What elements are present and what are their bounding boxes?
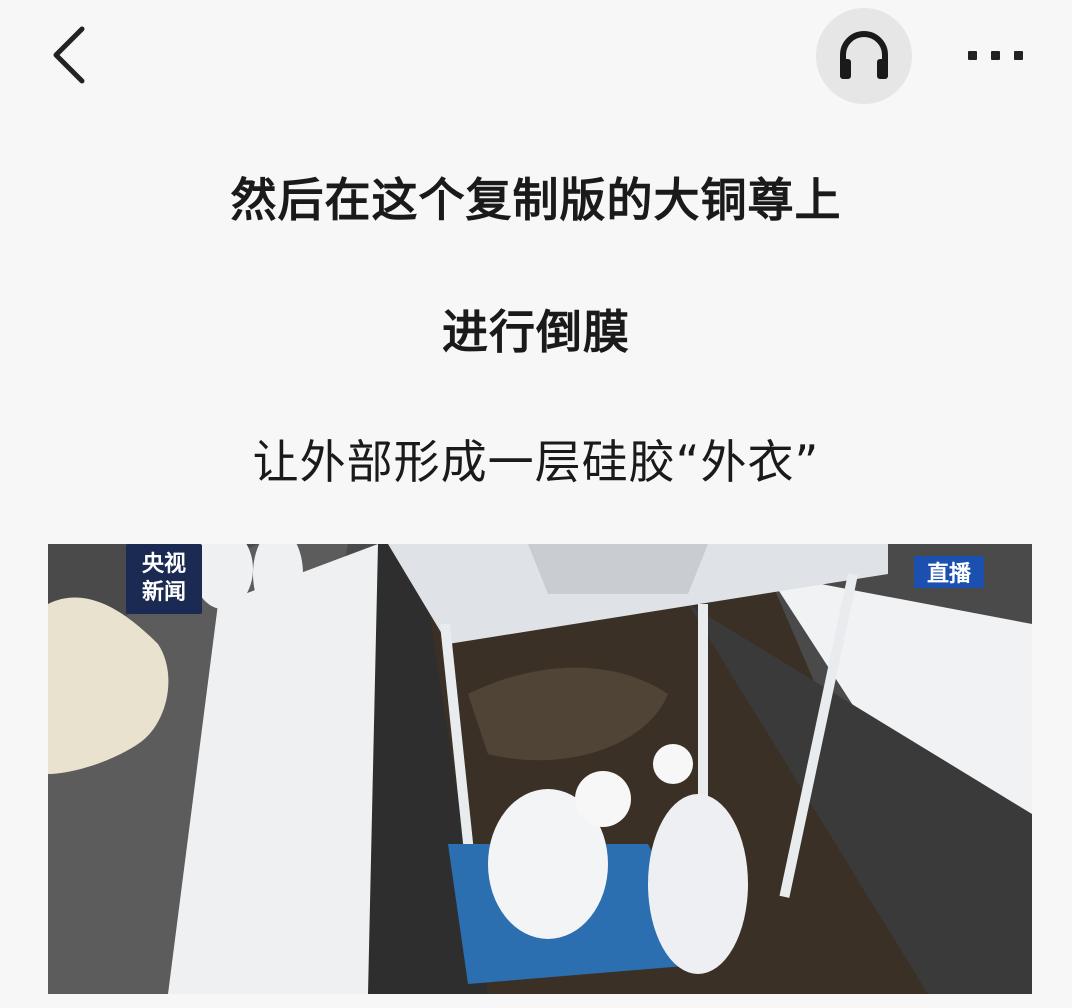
caption-line-1: 然后在这个复制版的大铜尊上 <box>230 173 842 227</box>
caption-line-2: 进行倒膜 <box>442 305 630 359</box>
chevron-left-icon <box>53 26 85 84</box>
caption-line-3: 让外部形成一层硅胶“外衣” <box>252 435 820 489</box>
more-options-button[interactable] <box>950 30 1040 80</box>
video-frame[interactable]: 央视 新闻 直播 <box>48 544 1032 994</box>
more-dots-icon <box>967 50 977 60</box>
channel-logo-line2: 新闻 <box>141 580 186 605</box>
audio-play-button[interactable] <box>816 8 912 104</box>
top-nav-bar <box>0 0 1072 110</box>
channel-logo: 央视 新闻 <box>126 544 202 614</box>
more-dots-icon <box>990 50 1000 60</box>
back-button[interactable] <box>40 22 100 88</box>
channel-logo-line1: 央视 <box>141 552 186 577</box>
live-badge: 直播 <box>914 556 984 588</box>
more-dots-icon <box>1013 50 1023 60</box>
headphones-icon <box>840 31 888 79</box>
